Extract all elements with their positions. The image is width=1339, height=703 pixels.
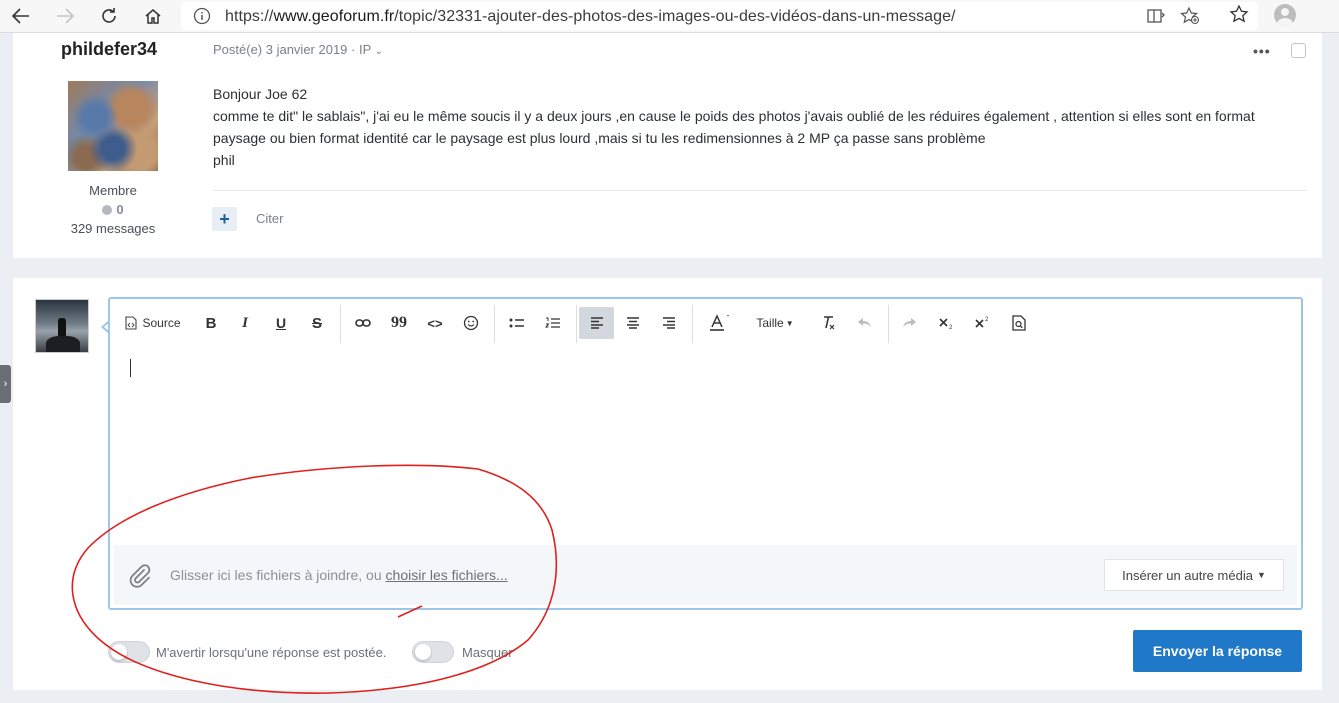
- post-select-checkbox[interactable]: [1291, 43, 1306, 58]
- file-drop-zone[interactable]: Glisser ici les fichiers à joindre, ou c…: [114, 545, 1297, 605]
- svg-text:2: 2: [985, 317, 989, 323]
- subscript-icon: 2: [939, 318, 953, 330]
- undo-icon: [858, 318, 871, 328]
- align-right-button[interactable]: [656, 307, 682, 339]
- align-left-button[interactable]: [579, 307, 614, 339]
- paperclip-icon: [126, 561, 154, 589]
- source-button[interactable]: Source: [122, 307, 184, 339]
- svg-text:2: 2: [949, 325, 953, 330]
- favorites-icon[interactable]: [1228, 4, 1250, 24]
- toolbar-separator: [340, 305, 341, 343]
- source-icon: [125, 316, 138, 330]
- author-photo[interactable]: [68, 81, 158, 171]
- undo-button[interactable]: [852, 307, 878, 339]
- divider: [213, 190, 1307, 191]
- post-menu-button[interactable]: •••: [1253, 43, 1271, 59]
- align-center-button[interactable]: [620, 307, 646, 339]
- notify-toggle[interactable]: [108, 641, 150, 663]
- toolbar-separator: [494, 305, 495, 343]
- preview-icon: [1012, 315, 1026, 331]
- submit-reply-button[interactable]: Envoyer la réponse: [1133, 630, 1302, 672]
- preview-button[interactable]: [1006, 307, 1032, 339]
- chevron-down-icon: ⌄: [374, 46, 384, 57]
- reputation-dot-icon: [102, 205, 113, 215]
- user-avatar[interactable]: [35, 299, 89, 353]
- italic-button[interactable]: I: [232, 307, 258, 339]
- post-paragraph: Bonjour Joe 62: [213, 86, 308, 102]
- post-content: Bonjour Joe 62 comme te dit" le sablais"…: [213, 83, 1293, 171]
- superscript-icon: 2: [975, 317, 989, 328]
- redo-button[interactable]: [896, 307, 922, 339]
- profile-avatar-icon[interactable]: [1274, 4, 1296, 26]
- add-favorite-icon[interactable]: [1179, 6, 1201, 26]
- chevron-right-icon: ›: [3, 378, 8, 390]
- remove-format-icon: [824, 316, 835, 330]
- home-icon[interactable]: [140, 4, 166, 28]
- toolbar-separator: [888, 305, 889, 343]
- hide-toggle[interactable]: [412, 641, 454, 663]
- caret-down-icon: ▼: [785, 318, 794, 328]
- code-button[interactable]: <>: [422, 307, 448, 339]
- align-center-icon: [627, 317, 639, 329]
- text-color-icon: [710, 314, 729, 331]
- align-right-icon: [663, 317, 675, 329]
- site-info-icon[interactable]: [193, 7, 211, 30]
- insert-media-button[interactable]: Insérer un autre média ▼: [1104, 559, 1284, 591]
- notify-label: M'avertir lorsqu'une réponse est postée.: [156, 645, 387, 660]
- emoji-button[interactable]: [458, 307, 484, 339]
- subscript-button[interactable]: 2: [934, 307, 960, 339]
- numbered-list-icon: [545, 317, 560, 328]
- author-reputation: 0: [68, 202, 158, 217]
- bullet-list-button[interactable]: [504, 307, 530, 339]
- post-date[interactable]: Posté(e) 3 janvier 2019 · IP ⌄: [213, 42, 383, 57]
- browser-toolbar: https://www.geoforum.fr/topic/32331-ajou…: [0, 0, 1339, 33]
- text-color-button[interactable]: [702, 307, 738, 339]
- post-paragraph: comme te dit" le sablais", j'ai eu le mê…: [213, 108, 1255, 146]
- author-role: Membre: [89, 183, 137, 198]
- bullet-list-icon: [509, 318, 524, 328]
- strikethrough-button[interactable]: S: [304, 307, 330, 339]
- quote-block-button[interactable]: 99: [386, 307, 412, 339]
- forum-post: phildefer34 Membre 0 329 messages Posté(…: [13, 33, 1322, 258]
- numbered-list-button[interactable]: [540, 307, 566, 339]
- hide-label: Masquer: [462, 645, 513, 660]
- drop-zone-text: Glisser ici les fichiers à joindre, ou c…: [170, 567, 508, 583]
- post-paragraph: phil: [213, 152, 235, 168]
- redo-icon: [903, 318, 916, 328]
- remove-format-button[interactable]: [816, 307, 842, 339]
- toolbar-separator: [576, 305, 577, 343]
- forward-icon[interactable]: [52, 4, 78, 28]
- underline-button[interactable]: U: [268, 307, 294, 339]
- reaction-plus-button[interactable]: +: [212, 207, 237, 231]
- reader-mode-icon[interactable]: [1145, 6, 1167, 26]
- editor-toolbar: Source B I U S 99 <> Taille ▼ 2 2: [110, 299, 1301, 347]
- link-button[interactable]: [350, 307, 376, 339]
- link-icon: [355, 319, 371, 327]
- side-panel-toggle[interactable]: ›: [0, 365, 11, 403]
- font-size-dropdown[interactable]: Taille ▼: [750, 307, 800, 339]
- reply-form: Source B I U S 99 <> Taille ▼ 2 2 Glisse…: [13, 278, 1322, 690]
- address-bar[interactable]: https://www.geoforum.fr/topic/32331-ajou…: [181, 2, 1258, 30]
- quote-button[interactable]: Citer: [256, 211, 283, 226]
- emoji-icon: [463, 315, 479, 331]
- bold-button[interactable]: B: [198, 307, 224, 339]
- superscript-button[interactable]: 2: [970, 307, 996, 339]
- url-text: https://www.geoforum.fr/topic/32331-ajou…: [225, 8, 956, 25]
- author-name[interactable]: phildefer34: [61, 39, 157, 60]
- caret-down-icon: ▼: [1256, 570, 1266, 580]
- back-icon[interactable]: [8, 4, 34, 28]
- reload-icon[interactable]: [96, 4, 122, 28]
- rich-text-editor[interactable]: Source B I U S 99 <> Taille ▼ 2 2 Glisse…: [108, 297, 1303, 610]
- toolbar-separator: [692, 305, 693, 343]
- text-cursor: [130, 359, 131, 377]
- choose-files-link[interactable]: choisir les fichiers...: [386, 567, 508, 583]
- author-post-count: 329 messages: [70, 221, 156, 236]
- align-left-icon: [590, 317, 603, 329]
